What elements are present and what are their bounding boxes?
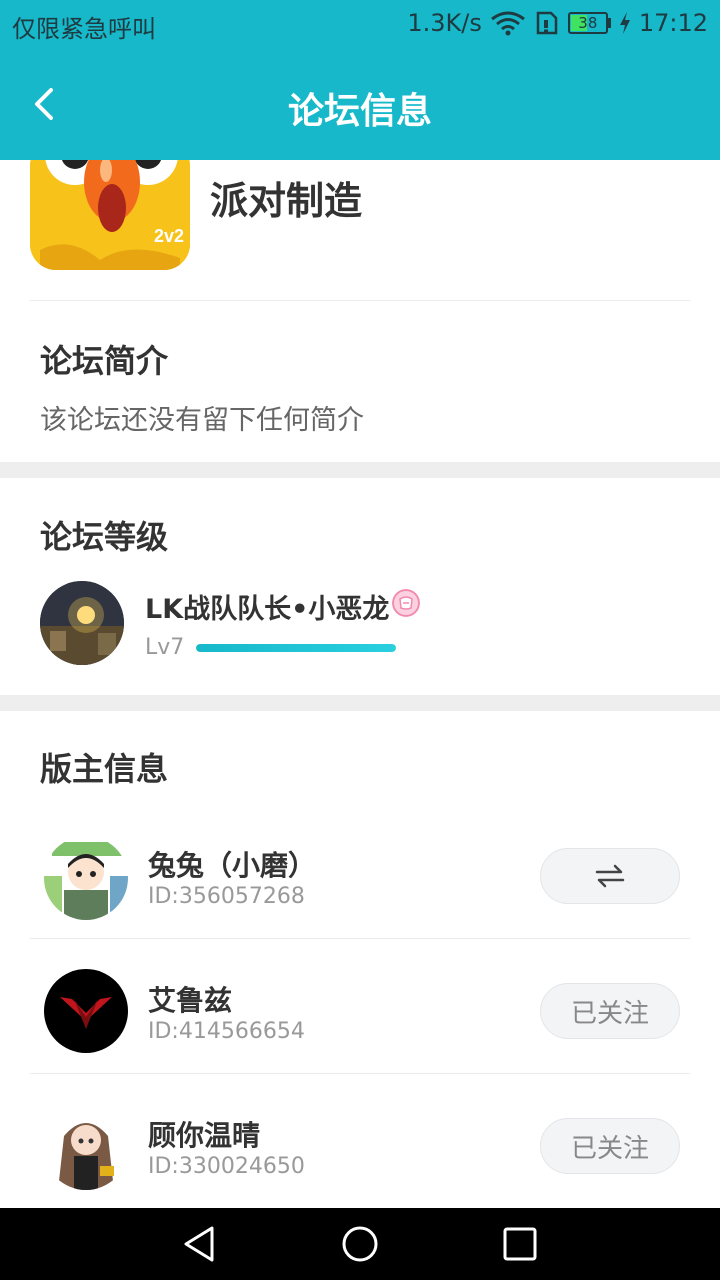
level-title: 论坛等级: [40, 518, 169, 556]
carrier-text: 仅限紧急呼叫: [12, 15, 156, 43]
avatar[interactable]: [40, 581, 124, 665]
swap-button[interactable]: [540, 848, 680, 904]
system-nav-bar: [0, 1208, 720, 1280]
list-item[interactable]: 艾鲁兹 ID:414566654 已关注: [0, 943, 720, 1078]
avatar[interactable]: [44, 836, 128, 920]
battery-level: 38: [578, 14, 598, 32]
forum-logo-badge: 2v2: [154, 226, 184, 246]
wifi-icon: [490, 11, 525, 36]
avatar[interactable]: [44, 969, 128, 1053]
divider: [30, 1073, 690, 1074]
level-progress-fill: [196, 644, 396, 652]
avatar[interactable]: [44, 1106, 128, 1190]
moderator-id: ID:414566654: [148, 1019, 305, 1044]
list-item[interactable]: 顾你温晴 ID:330024650 已关注: [0, 1078, 720, 1213]
back-triangle-icon[interactable]: [180, 1224, 220, 1264]
level-label: Lv7: [145, 635, 185, 660]
moderator-name: 顾你温晴: [148, 1119, 261, 1152]
battery-icon: 38: [567, 12, 611, 34]
app-bar: 论坛信息: [0, 50, 720, 160]
divider: [30, 938, 690, 939]
followed-button[interactable]: 已关注: [540, 983, 680, 1039]
recents-square-icon[interactable]: [500, 1224, 540, 1264]
forum-name: 派对制造: [210, 179, 363, 223]
section-separator: [0, 695, 720, 711]
moderator-id: ID:356057268: [148, 884, 305, 909]
section-separator: [0, 462, 720, 478]
sim-icon: [536, 11, 558, 35]
forum-logo-icon: 2v2: [30, 160, 190, 270]
moderators-title: 版主信息: [40, 750, 169, 788]
home-circle-icon[interactable]: [340, 1224, 380, 1264]
followed-button[interactable]: 已关注: [540, 1118, 680, 1174]
list-item[interactable]: 兔兔（小磨） ID:356057268: [0, 808, 720, 943]
level-progress-bar: [196, 644, 396, 652]
intro-title: 论坛简介: [40, 342, 169, 380]
moderator-name: 艾鲁兹: [148, 984, 233, 1017]
vip-badge-icon: [392, 589, 420, 617]
charging-icon: [619, 12, 630, 34]
status-bar: 仅限紧急呼叫 1.3K/s 38 17:12: [0, 0, 720, 50]
status-right: 1.3K/s 38 17:12: [407, 9, 708, 37]
page-title: 论坛信息: [287, 91, 432, 132]
moderator-name: 兔兔（小磨）: [148, 849, 317, 882]
network-speed: 1.3K/s: [407, 9, 482, 37]
forum-header: 2v2 派对制造: [0, 160, 720, 300]
level-user-name: LK战队队长•小恶龙: [145, 594, 390, 625]
clock: 17:12: [638, 9, 708, 37]
divider: [30, 300, 690, 301]
swap-icon: [595, 864, 625, 888]
moderator-id: ID:330024650: [148, 1154, 305, 1179]
intro-text: 该论坛还没有留下任何简介: [40, 405, 364, 436]
